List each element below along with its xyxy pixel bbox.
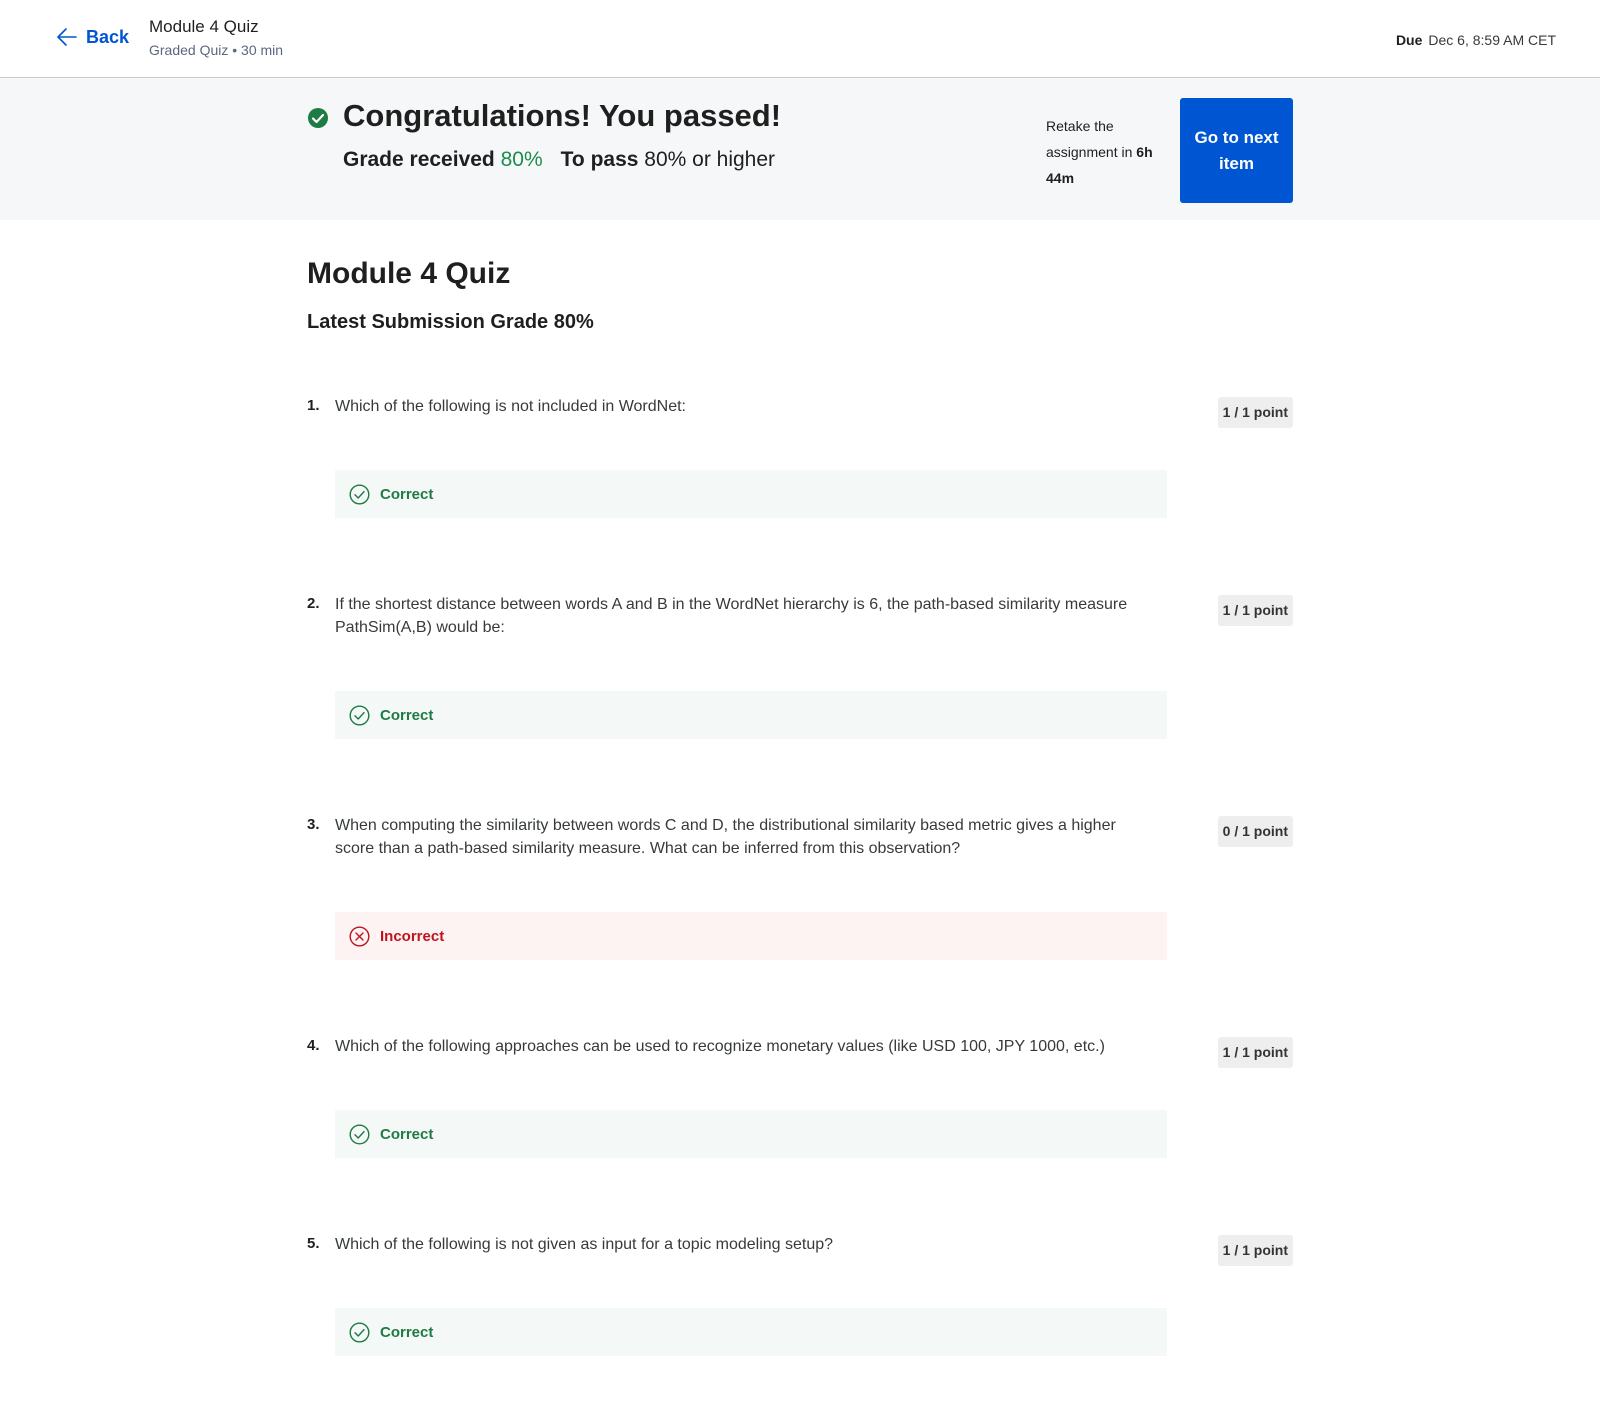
question-text: Which of the following is not included i… <box>335 398 686 415</box>
question-text: Which of the following approaches can be… <box>335 1038 1105 1055</box>
question-item: 5. Which of the following is not given a… <box>307 1233 1293 1373</box>
check-circle-outline-icon <box>349 704 370 726</box>
check-circle-outline-icon <box>349 1123 370 1145</box>
feedback-incorrect: Incorrect <box>335 912 1167 960</box>
question-item: 3. When computing the similarity between… <box>307 814 1293 964</box>
pass-value: 80% or higher <box>644 148 776 171</box>
due-value: Dec 6, 8:59 AM CET <box>1428 32 1556 48</box>
go-to-next-item-button[interactable]: Go to next item <box>1180 98 1293 203</box>
question-text: Which of the following is not given as i… <box>335 1236 834 1253</box>
page-title: Module 4 Quiz <box>307 257 511 290</box>
check-circle-outline-icon <box>349 483 370 505</box>
feedback-label: Incorrect <box>380 927 445 945</box>
banner-grades: Grade received 80% To pass 80% or higher <box>343 148 775 172</box>
check-circle-filled-icon <box>307 107 329 129</box>
question-number: 5. <box>307 1235 320 1252</box>
latest-submission-grade: Latest Submission Grade 80% <box>307 311 594 333</box>
feedback-correct: Correct <box>335 691 1167 739</box>
feedback-correct: Correct <box>335 1308 1167 1356</box>
arrow-left-icon <box>56 26 78 48</box>
grade-label: Grade received <box>343 148 495 171</box>
question-item: 4. Which of the following approaches can… <box>307 1035 1293 1175</box>
grade-value: 80% <box>500 148 543 171</box>
points-badge: 1 / 1 point <box>1217 595 1293 626</box>
due-date: Due Dec 6, 8:59 AM CET <box>1396 32 1556 48</box>
question-item: 2. If the shortest distance between word… <box>307 593 1293 743</box>
result-banner: Congratulations! You passed! Grade recei… <box>0 78 1600 220</box>
header-title: Module 4 Quiz <box>149 17 259 36</box>
question-text: When computing the similarity between wo… <box>335 817 1116 857</box>
points-badge: 0 / 1 point <box>1217 816 1293 847</box>
points-badge: 1 / 1 point <box>1217 397 1293 428</box>
question-text: If the shortest distance between words A… <box>335 596 1128 636</box>
top-header: Back Module 4 Quiz Graded Quiz • 30 min … <box>0 0 1600 78</box>
feedback-label: Correct <box>380 485 434 503</box>
feedback-correct: Correct <box>335 1110 1167 1158</box>
question-number: 4. <box>307 1037 320 1054</box>
check-circle-outline-icon <box>349 1321 370 1343</box>
retake-info: Retake the assignment in 6h 44m <box>1046 113 1168 191</box>
feedback-label: Correct <box>380 706 434 724</box>
feedback-correct: Correct <box>335 470 1167 518</box>
question-item: 1. Which of the following is not include… <box>307 395 1293 535</box>
back-link[interactable]: Back <box>56 26 129 48</box>
retake-prefix: Retake the assignment in <box>1046 118 1133 160</box>
points-badge: 1 / 1 point <box>1217 1235 1293 1266</box>
question-number: 2. <box>307 595 320 612</box>
points-badge: 1 / 1 point <box>1217 1037 1293 1068</box>
header-subtitle: Graded Quiz • 30 min <box>149 42 284 58</box>
question-number: 1. <box>307 397 320 414</box>
due-label: Due <box>1395 32 1423 48</box>
back-label: Back <box>86 26 130 47</box>
header-title-block: Module 4 Quiz Graded Quiz • 30 min <box>149 16 283 59</box>
question-number: 3. <box>307 816 320 833</box>
banner-title: Congratulations! You passed! <box>343 98 782 133</box>
x-circle-outline-icon <box>349 925 370 947</box>
feedback-label: Correct <box>380 1323 434 1341</box>
pass-label: To pass <box>560 148 639 171</box>
feedback-label: Correct <box>380 1125 434 1143</box>
